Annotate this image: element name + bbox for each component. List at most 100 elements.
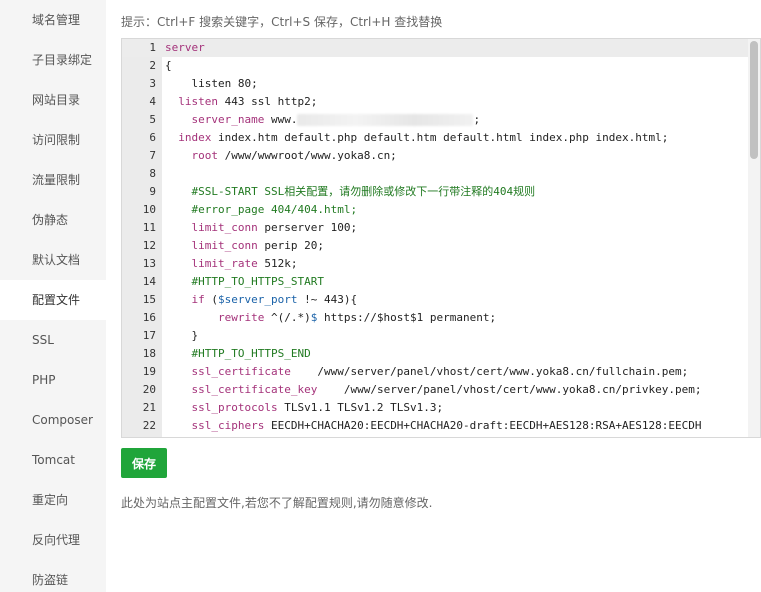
line-number: 1	[149, 41, 156, 54]
line-number: 9	[149, 185, 156, 198]
line-number: 13	[142, 257, 156, 270]
code-token: /www/server/panel/vhost/cert/www.yoka8.c…	[317, 383, 702, 396]
sidebar-item[interactable]: SSL	[0, 320, 106, 360]
line-number: 20	[142, 383, 156, 396]
code-line[interactable]: 2{	[122, 57, 760, 75]
sidebar-item[interactable]: 重定向	[0, 480, 106, 520]
line-number: 15	[142, 293, 156, 306]
code-token: 443 ssl http2;	[218, 95, 318, 108]
code-token: listen 80;	[165, 77, 258, 90]
code-line[interactable]: 3 listen 80;	[122, 75, 760, 93]
code-text: #HTTP_TO_HTTPS_START	[165, 273, 324, 291]
code-text: limit_rate 512k;	[165, 255, 298, 273]
editor-scrollbar[interactable]	[748, 39, 760, 437]
code-token: $server_port	[218, 293, 298, 306]
code-token: /www/wwwroot/www.yoka8.cn;	[218, 149, 397, 162]
line-number: 3	[149, 77, 156, 90]
sidebar-item[interactable]: 子目录绑定	[0, 40, 106, 80]
code-token: {	[165, 59, 172, 72]
code-token: if	[191, 293, 205, 306]
code-line[interactable]: 4 listen 443 ssl http2;	[122, 93, 760, 111]
code-line[interactable]: 16 rewrite ^(/.*)$ https://$host$1 perma…	[122, 309, 760, 327]
config-warning-note: 此处为站点主配置文件,若您不了解配置规则,请勿随意修改.	[121, 496, 433, 510]
code-token: www.	[264, 113, 298, 126]
sidebar-item[interactable]: 反向代理	[0, 520, 106, 560]
code-token: server	[165, 41, 205, 54]
code-token: TLSv1.1 TLSv1.2 TLSv1.3;	[277, 401, 444, 414]
code-text: listen 80;	[165, 75, 258, 93]
code-text: index index.htm default.php default.htm …	[165, 129, 668, 147]
sidebar-item[interactable]: 伪静态	[0, 200, 106, 240]
code-token: ssl_protocols	[191, 401, 278, 414]
code-token: root	[191, 149, 219, 162]
save-button[interactable]: 保存	[121, 448, 167, 478]
code-text: if ($server_port !~ 443){	[165, 291, 358, 309]
code-text: server_name www.;	[165, 111, 480, 129]
config-code-editor[interactable]: 1 server 2{3 listen 80; 4 listen 443 ssl ht…	[121, 38, 761, 438]
code-line[interactable]: 11 limit_conn perserver 100;	[122, 219, 760, 237]
code-line[interactable]: 22 ssl_ciphers EECDH+CHACHA20:EECDH+CHAC…	[122, 417, 760, 435]
code-line[interactable]: 10 #error_page 404/404.html;	[122, 201, 760, 219]
code-line[interactable]: 12 limit_conn perip 20;	[122, 237, 760, 255]
code-line[interactable]: 20 ssl_certificate_key /www/server/panel…	[122, 381, 760, 399]
sidebar-item[interactable]: 默认文档	[0, 240, 106, 280]
line-number: 5	[149, 113, 156, 126]
code-line[interactable]: 5 server_name www.;	[122, 111, 760, 129]
code-line[interactable]: 8	[122, 165, 760, 183]
code-token: (	[204, 293, 218, 306]
line-number: 18	[142, 347, 156, 360]
code-token: listen	[178, 95, 218, 108]
code-token: ssl_certificate	[191, 365, 291, 378]
redacted-domain	[297, 114, 474, 126]
code-line[interactable]: 17 }	[122, 327, 760, 345]
code-token: https://$host$1 permanent;	[317, 311, 497, 324]
sidebar-item[interactable]: 网站目录	[0, 80, 106, 120]
line-number: 4	[149, 95, 156, 108]
sidebar-item[interactable]: 访问限制	[0, 120, 106, 160]
code-line[interactable]: 1 server	[122, 39, 760, 57]
code-line[interactable]: 14 #HTTP_TO_HTTPS_START	[122, 273, 760, 291]
code-line[interactable]: 18 #HTTP_TO_HTTPS_END	[122, 345, 760, 363]
sidebar-item[interactable]: 防盗链	[0, 560, 106, 592]
line-number: 21	[142, 401, 156, 414]
line-number: 7	[149, 149, 156, 162]
code-line[interactable]: 9 #SSL-START SSL相关配置，请勿删除或修改下一行带注释的404规则	[122, 183, 760, 201]
code-token: index.htm default.php default.htm defaul…	[211, 131, 669, 144]
code-text: rewrite ^(/.*)$ https://$host$1 permanen…	[165, 309, 496, 327]
code-line[interactable]: 6 index index.htm default.php default.ht…	[122, 129, 760, 147]
line-number: 14	[142, 275, 156, 288]
scrollbar-thumb[interactable]	[750, 41, 758, 159]
code-line[interactable]: 13 limit_rate 512k;	[122, 255, 760, 273]
code-line[interactable]: 7 root /www/wwwroot/www.yoka8.cn;	[122, 147, 760, 165]
line-number: 11	[142, 221, 156, 234]
sidebar-item[interactable]: 流量限制	[0, 160, 106, 200]
code-token: !~ 443){	[297, 293, 358, 306]
code-token: limit_rate	[191, 257, 258, 270]
code-token: #SSL-START SSL相关配置，请勿删除或修改下一行带注释的404规则	[191, 185, 536, 198]
sidebar-item[interactable]: PHP	[0, 360, 106, 400]
code-token: #HTTP_TO_HTTPS_START	[191, 275, 324, 288]
code-token: ^(/.*)	[264, 311, 311, 324]
code-token: EECDH+CHACHA20:EECDH+CHACHA20-draft:EECD…	[264, 419, 702, 432]
code-line[interactable]: 21 ssl_protocols TLSv1.1 TLSv1.2 TLSv1.3…	[122, 399, 760, 417]
sidebar-item[interactable]: 域名管理	[0, 0, 106, 40]
sidebar-item[interactable]: Composer	[0, 400, 106, 440]
code-token: index	[178, 131, 212, 144]
line-number: 16	[142, 311, 156, 324]
sidebar-item[interactable]: 配置文件	[0, 280, 106, 320]
line-number: 8	[149, 167, 156, 180]
code-line[interactable]: 19 ssl_certificate /www/server/panel/vho…	[122, 363, 760, 381]
sidebar-item[interactable]: Tomcat	[0, 440, 106, 480]
code-token: perip 20;	[257, 239, 324, 252]
code-line[interactable]: 15 if ($server_port !~ 443){	[122, 291, 760, 309]
code-token: ssl_ciphers	[191, 419, 265, 432]
